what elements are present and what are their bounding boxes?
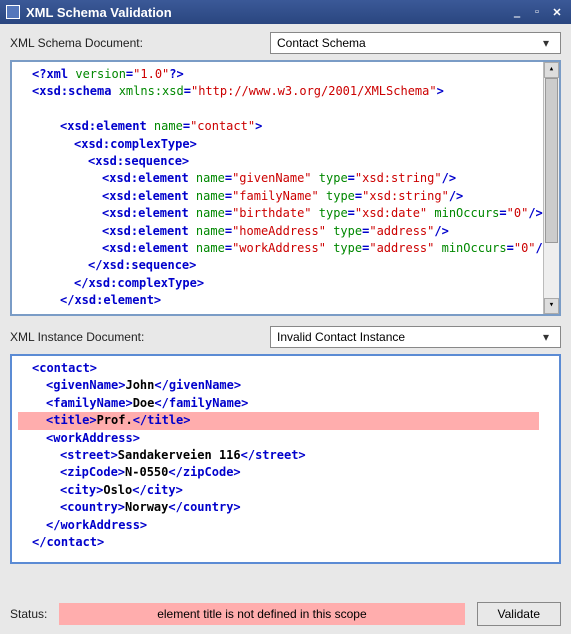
schema-scrollbar[interactable]: ▴ ▾ [543, 62, 559, 314]
instance-dropdown[interactable]: Invalid Contact Instance ▾ [270, 326, 561, 348]
error-highlight-line: <title>Prof.</title> [18, 412, 539, 429]
titlebar: XML Schema Validation ‗ ▫ ✕ [0, 0, 571, 24]
scroll-down-icon[interactable]: ▾ [544, 298, 559, 314]
schema-selector-row: XML Schema Document: Contact Schema ▾ [10, 32, 561, 54]
close-button[interactable]: ✕ [549, 5, 565, 19]
scroll-up-icon[interactable]: ▴ [544, 62, 559, 78]
chevron-down-icon: ▾ [538, 330, 554, 344]
scroll-thumb[interactable] [545, 78, 558, 243]
schema-dropdown[interactable]: Contact Schema ▾ [270, 32, 561, 54]
status-message: element title is not defined in this sco… [59, 603, 464, 625]
instance-label: XML Instance Document: [10, 330, 270, 344]
instance-selector-row: XML Instance Document: Invalid Contact I… [10, 326, 561, 348]
scroll-track[interactable] [544, 78, 559, 298]
window-controls: ‗ ▫ ✕ [509, 5, 565, 19]
status-row: Status: element title is not defined in … [10, 602, 561, 626]
schema-dropdown-value: Contact Schema [277, 36, 538, 50]
status-label: Status: [10, 607, 47, 621]
validate-button[interactable]: Validate [477, 602, 561, 626]
instance-dropdown-value: Invalid Contact Instance [277, 330, 538, 344]
minimize-button[interactable]: ‗ [509, 5, 525, 19]
schema-code-viewer[interactable]: <?xml version="1.0"?> <xsd:schema xmlns:… [10, 60, 561, 316]
window-title: XML Schema Validation [26, 5, 509, 20]
app-icon [6, 5, 20, 19]
content-area: XML Schema Document: Contact Schema ▾ <?… [0, 24, 571, 634]
maximize-button[interactable]: ▫ [529, 5, 545, 19]
schema-label: XML Schema Document: [10, 36, 270, 50]
chevron-down-icon: ▾ [538, 36, 554, 50]
instance-code-viewer[interactable]: <contact> <givenName>John</givenName> <f… [10, 354, 561, 564]
